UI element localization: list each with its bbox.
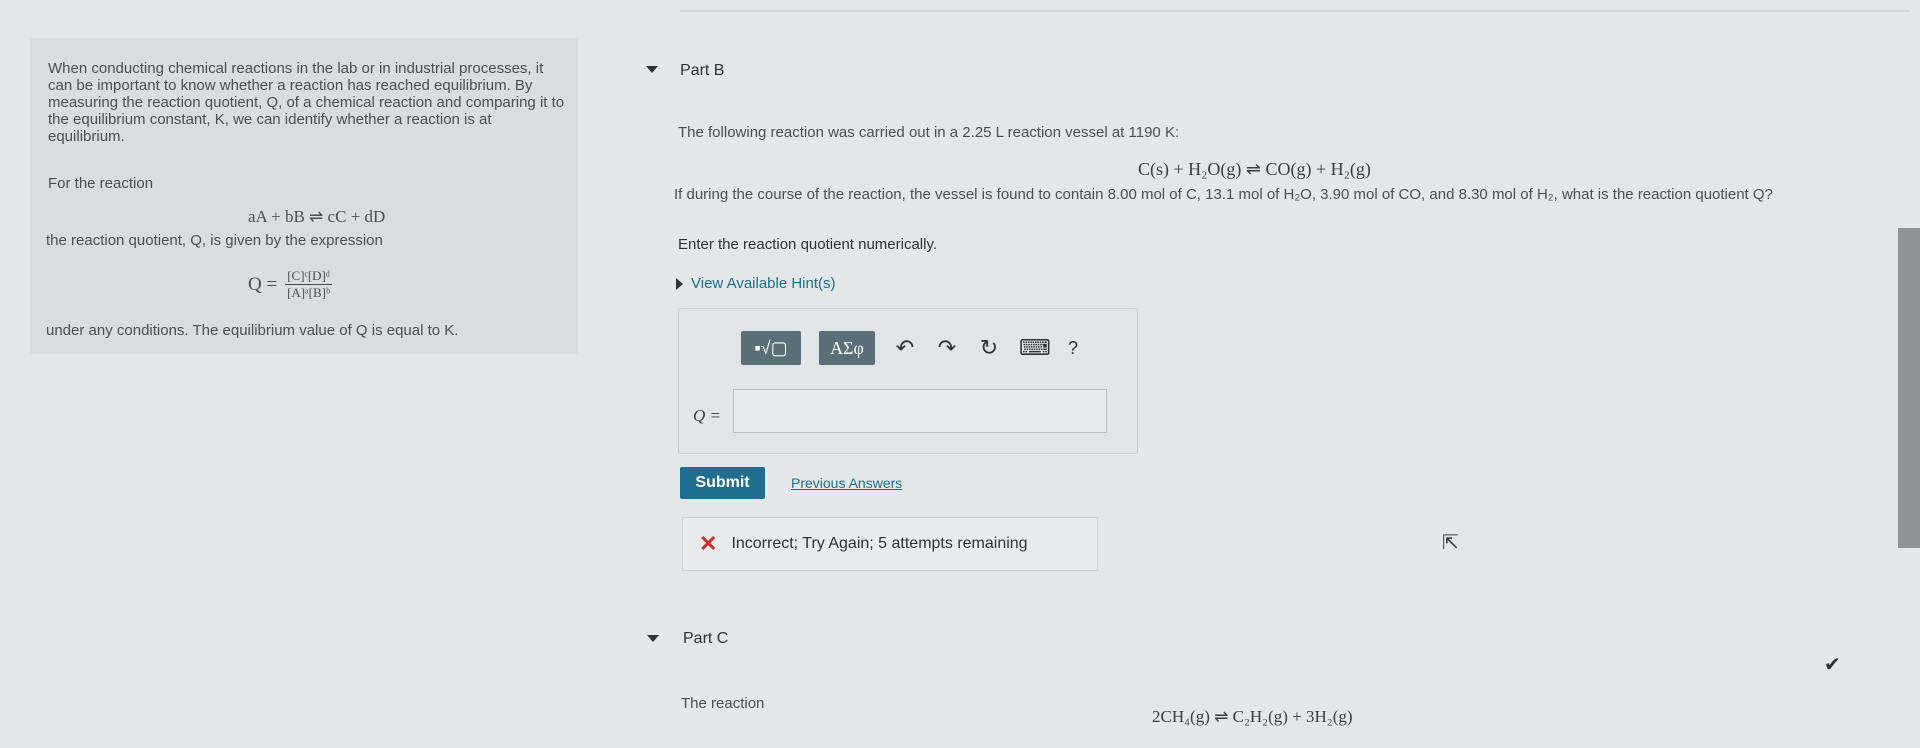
- part-b-instruction: Enter the reaction quotient numerically.: [678, 236, 938, 253]
- mouse-cursor-icon: ⇱: [1442, 532, 1459, 554]
- feedback-text: Incorrect; Try Again; 5 attempts remaini…: [731, 535, 1028, 552]
- feedback-message: ✕ Incorrect; Try Again; 5 attempts remai…: [682, 517, 1098, 571]
- part-c-collapse-icon[interactable]: [647, 635, 659, 642]
- completed-check-icon: ✔: [1824, 654, 1841, 676]
- previous-answers-link[interactable]: Previous Answers: [791, 475, 902, 491]
- greek-symbols-button[interactable]: ΑΣφ: [819, 331, 875, 365]
- general-reaction: aA + bB ⇌ cC + dD: [248, 207, 386, 226]
- undo-icon[interactable]: ↶: [893, 335, 917, 361]
- top-divider: [680, 0, 1910, 12]
- math-template-button[interactable]: ▪√▢: [741, 331, 801, 365]
- part-b-question: If during the course of the reaction, th…: [674, 186, 1773, 203]
- q-fraction: [C]ᶜ[D]ᵈ [A]ᵃ[B]ᵇ: [285, 268, 332, 301]
- redo-icon[interactable]: ↷: [935, 335, 959, 361]
- submit-button[interactable]: Submit: [680, 467, 765, 499]
- incorrect-x-icon: ✕: [699, 531, 718, 556]
- part-c-reaction: 2CH₄(g) ⇌ C₂H₂(g) + 3H₂(g): [1152, 707, 1353, 726]
- scrollbar[interactable]: [1898, 228, 1920, 548]
- intro-panel: When conducting chemical reactions in th…: [30, 38, 578, 354]
- answer-box: ▪√▢ ΑΣφ ↶ ↷ ↻ ⌨ ? Q =: [678, 308, 1138, 454]
- answer-label: Q =: [693, 406, 721, 425]
- reset-icon[interactable]: ↻: [977, 335, 1001, 361]
- expand-triangle-icon: [676, 277, 683, 290]
- q-denominator: [A]ᵃ[B]ᵇ: [287, 285, 331, 300]
- q-expression: Q = [C]ᶜ[D]ᵈ [A]ᵃ[B]ᵇ: [248, 268, 332, 301]
- keyboard-icon[interactable]: ⌨: [1019, 335, 1051, 361]
- for-reaction-label: For the reaction: [48, 175, 154, 192]
- part-b-collapse-icon[interactable]: [646, 66, 658, 73]
- given-text: the reaction quotient, Q, is given by th…: [46, 232, 383, 249]
- q-lhs: Q =: [248, 274, 278, 295]
- math-toolbar: ▪√▢ ΑΣφ ↶ ↷ ↻ ⌨ ?: [741, 331, 1085, 365]
- part-c-intro: The reaction: [681, 695, 765, 712]
- part-c-title[interactable]: Part C: [683, 630, 728, 648]
- answer-input[interactable]: [733, 389, 1107, 433]
- q-numerator: [C]ᶜ[D]ᵈ: [285, 268, 332, 285]
- part-b-intro: The following reaction was carried out i…: [678, 124, 1180, 141]
- part-b-title[interactable]: Part B: [680, 62, 724, 80]
- intro-paragraph: When conducting chemical reactions in th…: [48, 60, 565, 145]
- equilibrium-text: under any conditions. The equilibrium va…: [46, 322, 459, 339]
- view-hints-link[interactable]: View Available Hint(s): [676, 275, 836, 292]
- part-b-reaction: C(s) + H₂O(g) ⇌ CO(g) + H₂(g): [1138, 159, 1371, 179]
- help-icon[interactable]: ?: [1061, 338, 1085, 359]
- view-hints-label: View Available Hint(s): [691, 275, 836, 292]
